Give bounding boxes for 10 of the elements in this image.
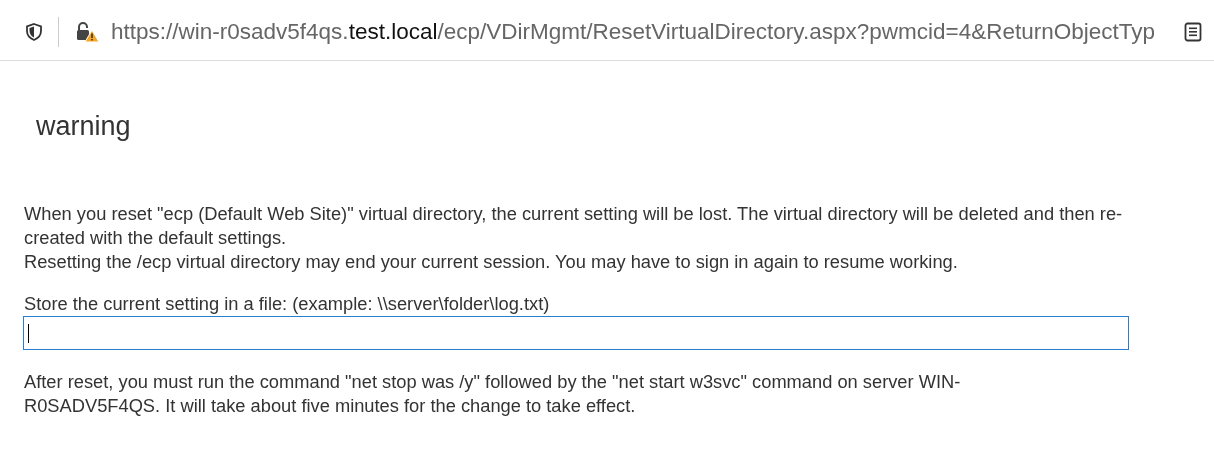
input-field[interactable] (23, 316, 1129, 350)
note-text: After reset, you must run the command "net stop was /y" followed by the "net start w3svc" command on server WIN-R0SADV5F4QS. It will take about five minutes for the change to take effect. (24, 370, 962, 418)
reader-view-icon[interactable] (1184, 21, 1202, 42)
warning-text: When you reset "ecp (Default Web Site)" virtual directory, the current setting will be lost. The virtual directory will be deleted and then re-created with the default settings. (24, 202, 1124, 250)
insecure-lock-icon[interactable] (75, 20, 99, 43)
dialog-title: warning (36, 111, 132, 142)
shield-icon[interactable] (26, 22, 42, 41)
url-text[interactable]: https://win-r0sadv5f4qs.test.local/ecp/VDirMgmt/ResetVirtualDirectory.aspx?pwmcid=4&ReturnObjectTyp (111, 18, 1172, 45)
field-label: Store the current setting in a file: (example: \\server\folder\log.txt) (24, 292, 551, 316)
warning-text: Resetting the /ecp virtual directory may end your current session. You may have to sign in again to resume working. (24, 250, 959, 274)
